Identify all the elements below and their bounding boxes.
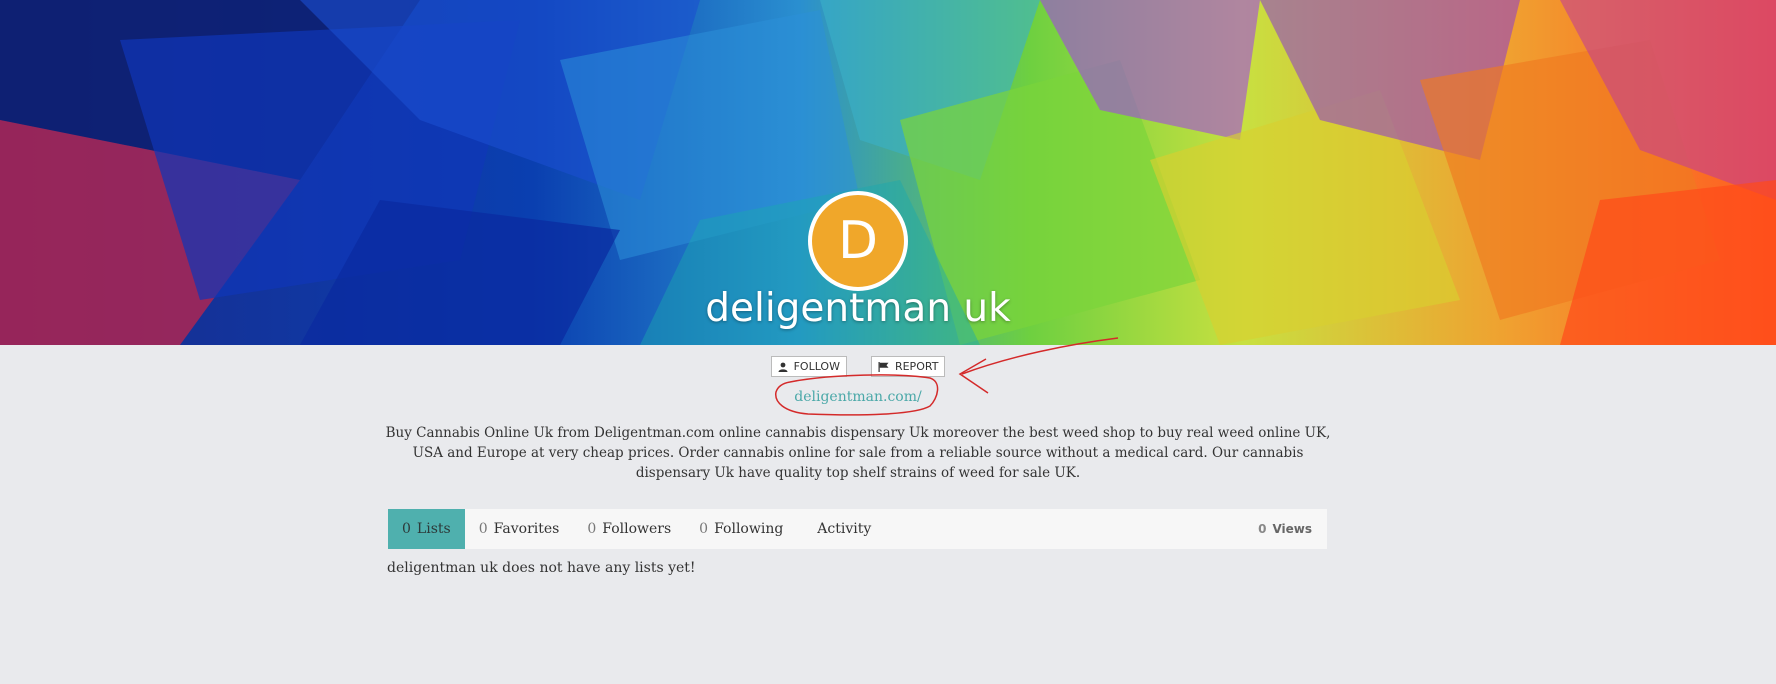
profile-banner: D deligentman uk — [0, 0, 1776, 345]
tab-count: 0 — [402, 521, 411, 537]
follow-button-label: FOLLOW — [793, 360, 840, 373]
profile-bio: Buy Cannabis Online Uk from Deligentman.… — [385, 425, 1331, 481]
views-counter: 0 Views — [1258, 509, 1327, 549]
empty-lists-message: deligentman uk does not have any lists y… — [387, 560, 696, 576]
avatar: D — [808, 191, 908, 291]
tab-label: Lists — [416, 521, 451, 537]
views-count: 0 — [1258, 522, 1267, 536]
tab-lists[interactable]: 0 Lists — [388, 509, 465, 549]
website-link-container: deligentman.com/ — [0, 389, 1716, 405]
profile-actions: FOLLOW REPORT — [0, 356, 1716, 377]
flag-icon — [878, 361, 889, 372]
tab-count: 0 — [478, 521, 488, 537]
tab-label: Favorites — [493, 521, 560, 537]
avatar-letter: D — [837, 211, 879, 271]
views-label: Views — [1272, 522, 1312, 536]
tab-count: 0 — [587, 521, 597, 537]
tab-label: Followers — [602, 521, 672, 537]
tab-count: 0 — [699, 521, 709, 537]
tab-activity[interactable]: Activity — [803, 509, 885, 549]
tab-following[interactable]: 0 Following — [685, 509, 797, 549]
report-button-label: REPORT — [894, 360, 939, 373]
tab-followers[interactable]: 0 Followers — [573, 509, 685, 549]
profile-name: deligentman uk — [705, 286, 1011, 331]
user-icon — [778, 362, 788, 372]
website-link[interactable]: deligentman.com/ — [794, 389, 921, 405]
tab-label: Following — [714, 521, 784, 537]
profile-tabs: 0 Lists 0 Favorites 0 Followers 0 Follow… — [388, 509, 1327, 549]
tab-label: Activity — [817, 521, 872, 537]
tab-favorites[interactable]: 0 Favorites — [465, 509, 574, 549]
follow-button[interactable]: FOLLOW — [770, 356, 847, 377]
report-button[interactable]: REPORT — [870, 356, 946, 377]
